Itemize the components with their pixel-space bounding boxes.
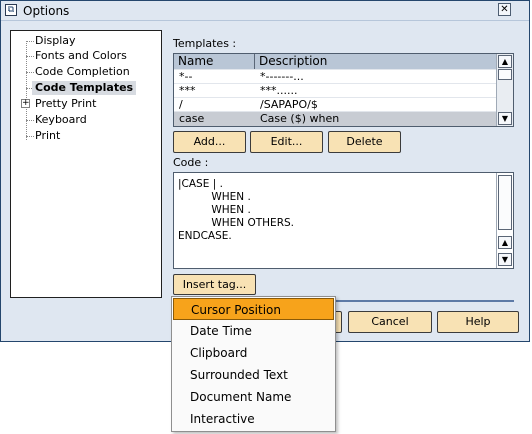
- tree-connector: [26, 56, 34, 57]
- cell-description: *-------...: [260, 70, 304, 83]
- tree-item-keyboard[interactable]: Keyboard: [35, 113, 87, 127]
- options-dialog: ⧉ Options ✕ Display Fonts and Colors Cod…: [0, 0, 530, 342]
- tree-item-code-templates[interactable]: Code Templates: [32, 81, 137, 95]
- window-icon: ⧉: [5, 4, 17, 16]
- add-button[interactable]: Add...: [173, 131, 246, 153]
- cell-name: *--: [179, 70, 193, 83]
- tree-item-code-completion[interactable]: Code Completion: [35, 65, 130, 79]
- cell-description: /SAPAPO/$: [260, 98, 318, 111]
- code-line: WHEN .: [178, 191, 251, 203]
- tree-item-display[interactable]: Display: [35, 34, 76, 48]
- tree-connector: [26, 136, 34, 137]
- menu-item-surrounded-text[interactable]: Surrounded Text: [173, 364, 334, 386]
- table-row[interactable]: *** ***......: [174, 83, 496, 98]
- cancel-button[interactable]: Cancel: [348, 311, 432, 333]
- insert-tag-button[interactable]: Insert tag...: [173, 274, 256, 295]
- menu-item-document-name[interactable]: Document Name: [173, 386, 334, 408]
- menu-item-clipboard[interactable]: Clipboard: [173, 342, 334, 364]
- scroll-up-icon[interactable]: ▲: [498, 236, 512, 249]
- edit-button[interactable]: Edit...: [250, 131, 323, 153]
- tree-item-fonts-and-colors[interactable]: Fonts and Colors: [35, 49, 127, 63]
- scroll-up-icon[interactable]: ▲: [498, 55, 512, 68]
- options-tree: Display Fonts and Colors Code Completion…: [10, 30, 162, 298]
- tree-connector: [26, 41, 34, 42]
- templates-scrollbar[interactable]: ▲ ▼: [496, 54, 513, 126]
- scroll-down-icon[interactable]: ▼: [498, 112, 512, 125]
- table-row[interactable]: *-- *-------...: [174, 69, 496, 84]
- code-scrollbar[interactable]: ▲ ▼: [496, 173, 513, 268]
- templates-label: Templates :: [173, 37, 237, 50]
- tree-item-pretty-print[interactable]: Pretty Print: [35, 97, 96, 111]
- tree-item-print[interactable]: Print: [35, 129, 60, 143]
- menu-item-interactive[interactable]: Interactive: [173, 408, 334, 430]
- code-line: WHEN .: [178, 204, 251, 216]
- table-header: Name Description: [174, 54, 496, 69]
- menu-item-date-time[interactable]: Date Time: [173, 320, 334, 342]
- cell-name: /: [179, 98, 183, 111]
- window-title: Options: [23, 4, 70, 18]
- tree-connector: [26, 120, 34, 121]
- code-editor[interactable]: |CASE | . WHEN . WHEN . WHEN OTHERS. END…: [173, 172, 514, 269]
- code-line: |CASE | .: [178, 178, 223, 190]
- title-bar: ⧉ Options ✕: [1, 1, 529, 21]
- code-line: ENDCASE.: [178, 230, 232, 242]
- column-header-description[interactable]: Description: [255, 54, 496, 69]
- expand-icon[interactable]: +: [21, 99, 30, 108]
- table-row-selected[interactable]: case Case ($) when: [174, 111, 496, 126]
- delete-button[interactable]: Delete: [328, 131, 401, 153]
- cell-name: case: [179, 112, 205, 125]
- templates-table: Name Description *-- *-------... *** ***…: [173, 53, 514, 127]
- scroll-down-icon[interactable]: ▼: [498, 253, 512, 266]
- cell-description: Case ($) when: [260, 112, 340, 125]
- code-line: WHEN OTHERS.: [178, 217, 294, 229]
- code-label: Code :: [173, 156, 209, 169]
- scroll-thumb[interactable]: [498, 175, 512, 230]
- cell-name: ***: [179, 84, 196, 97]
- tree-connector: [26, 72, 34, 73]
- insert-tag-menu: Cursor Position Date Time Clipboard Surr…: [171, 296, 336, 432]
- table-row[interactable]: / /SAPAPO/$: [174, 97, 496, 112]
- menu-item-cursor-position[interactable]: Cursor Position: [173, 298, 334, 320]
- close-button[interactable]: ✕: [498, 3, 511, 16]
- scroll-thumb[interactable]: [498, 69, 512, 80]
- column-header-name[interactable]: Name: [174, 54, 255, 69]
- help-button[interactable]: Help: [437, 311, 519, 333]
- cell-description: ***......: [260, 84, 298, 97]
